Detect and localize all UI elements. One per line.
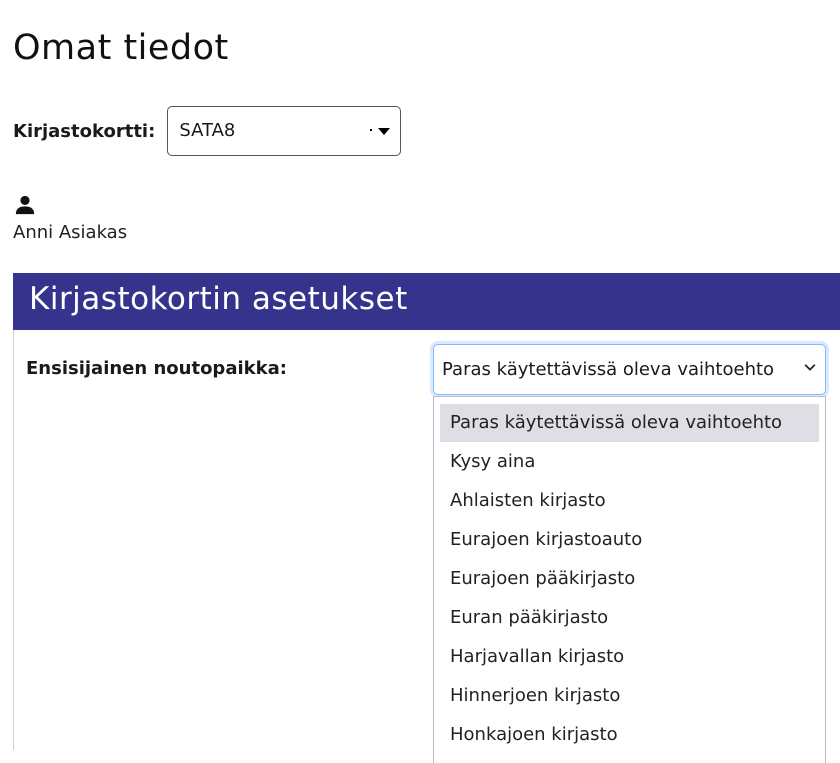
dropdown-option[interactable]: Kysy aina [440, 443, 819, 481]
dropdown-option[interactable]: Eurajoen pääkirjasto [440, 560, 819, 598]
user-icon [15, 195, 35, 215]
dropdown-option[interactable]: Harjavallan kirjasto [440, 638, 819, 676]
library-card-select[interactable]: SATA8 [167, 106, 402, 156]
pickup-location-label: Ensisijainen noutopaikka: [26, 358, 287, 379]
pickup-location-select-value: Paras käytettävissä oleva vaihtoehto [442, 359, 775, 380]
pickup-location-select[interactable]: Paras käytettävissä oleva vaihtoehto [433, 344, 826, 395]
profile-page: Omat tiedot Kirjastokortti: SATA8 Anni A… [0, 0, 840, 763]
dropdown-option[interactable]: Euran pääkirjasto [440, 599, 819, 637]
library-card-row: Kirjastokortti: SATA8 [13, 105, 402, 157]
chevron-down-icon [804, 364, 816, 371]
library-card-select-value: SATA8 [179, 120, 236, 141]
dropdown-option[interactable]: Paras käytettävissä oleva vaihtoehto [440, 404, 819, 442]
user-name: Anni Asiakas [13, 222, 128, 243]
dropdown-option[interactable]: Ahlaisten kirjasto [440, 482, 819, 520]
library-card-label: Kirjastokortti: [13, 120, 156, 142]
caret-down-icon [378, 128, 391, 135]
pickup-location-dropdown: Paras käytettävissä oleva vaihtoehto Kys… [433, 396, 826, 763]
user-info: Anni Asiakas [13, 194, 127, 243]
select-separator-mark [370, 129, 373, 131]
page-title: Omat tiedot [13, 28, 229, 68]
settings-section-header: Kirjastokortin asetukset [13, 273, 840, 330]
settings-section-title: Kirjastokortin asetukset [29, 281, 408, 317]
dropdown-option[interactable]: Hinnerjoen kirjasto [440, 677, 819, 715]
dropdown-option[interactable]: Honkajoen kirjasto [440, 716, 819, 754]
dropdown-option[interactable]: Eurajoen kirjastoauto [440, 521, 819, 559]
